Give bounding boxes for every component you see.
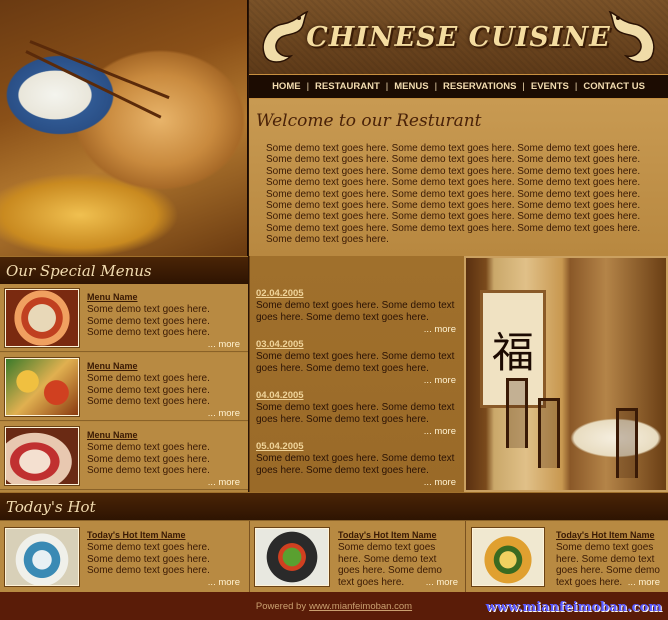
dragon-left-icon <box>262 10 309 63</box>
hot-item-text: Some demo text goes here. Some demo text… <box>87 542 210 576</box>
menu-item-text: Some demo text goes here. Some demo text… <box>87 442 210 476</box>
special-menus-list: Menu Name Some demo text goes here. Some… <box>0 284 248 492</box>
menu-thumbnail[interactable] <box>5 427 79 485</box>
menu-thumbnail[interactable] <box>5 289 79 347</box>
news-more-link[interactable]: ... more <box>424 477 456 488</box>
news-text: Some demo text goes here. Some demo text… <box>256 453 455 476</box>
news-text: Some demo text goes here. Some demo text… <box>256 300 455 323</box>
dragon-right-icon <box>608 10 655 63</box>
menu-item-title[interactable]: Menu Name <box>87 292 138 302</box>
news-date[interactable]: 05.04.2005 <box>256 441 304 452</box>
hot-item: Today's Hot Item Name Some demo text goe… <box>0 521 248 593</box>
news-text: Some demo text goes here. Some demo text… <box>256 402 455 425</box>
news-more-link[interactable]: ... more <box>424 426 456 437</box>
nav-menus[interactable]: MENUS <box>388 81 434 92</box>
menu-item-title[interactable]: Menu Name <box>87 361 138 371</box>
hot-item-title[interactable]: Today's Hot Item Name <box>338 530 437 540</box>
welcome-title: Welcome to our Resturant <box>256 111 482 131</box>
special-menus-heading: Our Special Menus <box>0 256 248 284</box>
menu-item-text: Some demo text goes here. Some demo text… <box>87 304 210 338</box>
news-more-link[interactable]: ... more <box>424 324 456 335</box>
news-more-link[interactable]: ... more <box>424 375 456 386</box>
menu-item-text: Some demo text goes here. Some demo text… <box>87 373 210 407</box>
nav-events[interactable]: EVENTS <box>525 81 575 92</box>
menu-thumbnail[interactable] <box>5 358 79 416</box>
dining-room-photo: 福 <box>464 256 668 492</box>
header-banner: CHINESE CUISINE <box>249 0 668 74</box>
nav-restaurant[interactable]: RESTAURANT <box>309 81 386 92</box>
welcome-body: Some demo text goes here. Some demo text… <box>266 143 641 246</box>
hot-item-title[interactable]: Today's Hot Item Name <box>87 530 186 540</box>
powered-by-label: Powered by <box>255 600 307 612</box>
news-date[interactable]: 03.04.2005 <box>256 339 304 350</box>
welcome-section: Welcome to our Resturant Some demo text … <box>249 99 668 256</box>
chair <box>538 398 560 468</box>
todays-hot-heading: Today's Hot <box>0 492 668 520</box>
menu-item-title[interactable]: Menu Name <box>87 430 138 440</box>
hot-item-title[interactable]: Today's Hot Item Name <box>556 530 655 540</box>
menu-more-link[interactable]: ... more <box>208 408 240 419</box>
footer-link[interactable]: www.mianfeimoban.com <box>309 601 412 612</box>
menu-item: Menu Name Some demo text goes here. Some… <box>0 422 248 490</box>
hot-thumbnail[interactable] <box>5 528 79 586</box>
hot-more-link[interactable]: ... more <box>426 577 458 588</box>
hot-item: Today's Hot Item Name Some demo text goe… <box>466 521 668 593</box>
menu-more-link[interactable]: ... more <box>208 477 240 488</box>
menu-item: Menu Name Some demo text goes here. Some… <box>0 284 248 352</box>
menu-more-link[interactable]: ... more <box>208 339 240 350</box>
hot-item: Today's Hot Item Name Some demo text goe… <box>250 521 464 593</box>
chair <box>616 408 638 478</box>
news-date[interactable]: 02.04.2005 <box>256 288 304 299</box>
nav-contact-us[interactable]: CONTACT US <box>577 81 651 92</box>
hot-thumbnail[interactable] <box>255 528 329 586</box>
news-date[interactable]: 04.04.2005 <box>256 390 304 401</box>
nav-reservations[interactable]: RESERVATIONS <box>437 81 522 92</box>
hot-more-link[interactable]: ... more <box>208 577 240 588</box>
main-nav: HOME | RESTAURANT | MENUS | RESERVATIONS… <box>249 74 668 99</box>
nav-home[interactable]: HOME <box>266 81 307 92</box>
news-text: Some demo text goes here. Some demo text… <box>256 351 455 374</box>
hot-more-link[interactable]: ... more <box>628 577 660 588</box>
chair <box>506 378 528 448</box>
todays-hot-list: Today's Hot Item Name Some demo text goe… <box>0 520 668 593</box>
watermark-text: www.mianfeimoban.com <box>485 600 662 615</box>
news-column: 02.04.2005 Some demo text goes here. Som… <box>249 256 464 492</box>
hero-food-photo <box>0 0 248 256</box>
menu-item: Menu Name Some demo text goes here. Some… <box>0 353 248 421</box>
hot-thumbnail[interactable] <box>472 528 544 586</box>
brand-title: CHINESE CUISINE <box>306 21 611 53</box>
